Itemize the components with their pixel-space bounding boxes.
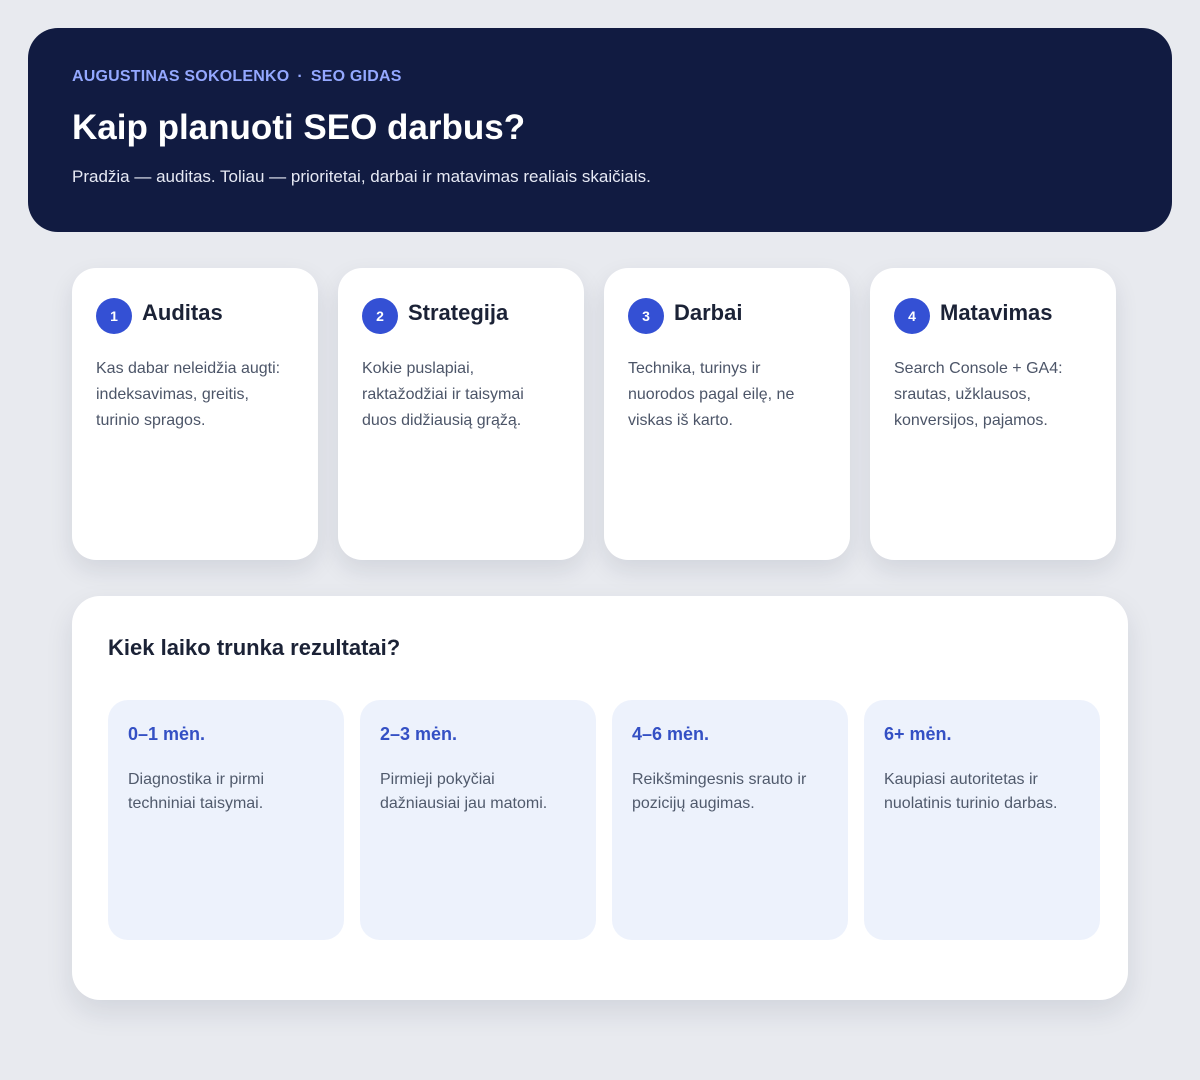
step-card-measurement: 4 Matavimas Search Console + GA4: srauta… <box>870 268 1116 560</box>
phase-card: 4–6 mėn. Reikšmingesnis srauto ir pozici… <box>612 700 848 940</box>
step-title: Strategija <box>408 300 509 325</box>
step-description: Kokie puslapiai, raktažodžiai ir taisyma… <box>362 360 524 429</box>
step-description: Kas dabar neleidžia augti: indeksavimas,… <box>96 360 281 429</box>
results-timeline-panel: Kiek laiko trunka rezultatai? 0–1 mėn. D… <box>72 596 1128 1000</box>
step-description: Search Console + GA4: srautas, užklausos… <box>894 360 1063 429</box>
phase-card: 0–1 mėn. Diagnostika ir pirmi techniniai… <box>108 700 344 940</box>
step-title: Matavimas <box>940 300 1053 325</box>
phase-description: Pirmieji pokyčiai dažniausiai jau matomi… <box>380 771 548 812</box>
phase-card: 2–3 mėn. Pirmieji pokyčiai dažniausiai j… <box>360 700 596 940</box>
step-title: Auditas <box>142 300 223 325</box>
phase-period: 2–3 mėn. <box>380 724 458 744</box>
step-number-badge: 2 <box>362 298 398 334</box>
step-header: 4 Matavimas <box>894 298 1094 334</box>
timeline-heading: Kiek laiko trunka rezultatai? <box>108 635 401 660</box>
step-description: Technika, turinys ir nuorodos pagal eilę… <box>628 360 795 429</box>
step-number-badge: 1 <box>96 298 132 334</box>
phase-card: 6+ mėn. Kaupiasi autoritetas ir nuolatin… <box>864 700 1100 940</box>
step-card-work: 3 Darbai Technika, turinys ir nuorodos p… <box>604 268 850 560</box>
phase-description: Diagnostika ir pirmi techniniai taisymai… <box>128 771 265 812</box>
step-header: 1 Auditas <box>96 298 296 334</box>
page-subtitle: Pradžia — auditas. Toliau — prioritetai,… <box>72 167 651 186</box>
page-title: Kaip planuoti SEO darbus? <box>72 108 526 147</box>
phase-description: Kaupiasi autoritetas ir nuolatinis turin… <box>884 771 1058 812</box>
step-card-strategy: 2 Strategija Kokie puslapiai, raktažodži… <box>338 268 584 560</box>
phase-description: Reikšmingesnis srauto ir pozicijų augima… <box>632 771 807 812</box>
author-name: AUGUSTINAS SOKOLENKO <box>72 68 290 85</box>
phase-period: 0–1 mėn. <box>128 724 206 744</box>
step-header: 3 Darbai <box>628 298 828 334</box>
kicker-separator: · <box>297 68 303 85</box>
steps-grid: 1 Auditas Kas dabar neleidžia augti: ind… <box>72 268 1116 560</box>
timeline-phases: 0–1 mėn. Diagnostika ir pirmi techniniai… <box>108 700 1100 940</box>
step-number-badge: 4 <box>894 298 930 334</box>
step-title: Darbai <box>674 300 743 325</box>
phase-period: 6+ mėn. <box>884 724 952 744</box>
step-number-badge: 3 <box>628 298 664 334</box>
section-label: SEO GIDAS <box>310 68 402 85</box>
hero-banner: AUGUSTINAS SOKOLENKO · SEO GIDAS Kaip plan… <box>28 28 1172 232</box>
hero-kicker: AUGUSTINAS SOKOLENKO · SEO GIDAS <box>72 68 1128 86</box>
step-header: 2 Strategija <box>362 298 562 334</box>
step-card-audit: 1 Auditas Kas dabar neleidžia augti: ind… <box>72 268 318 560</box>
phase-period: 4–6 mėn. <box>632 724 710 744</box>
